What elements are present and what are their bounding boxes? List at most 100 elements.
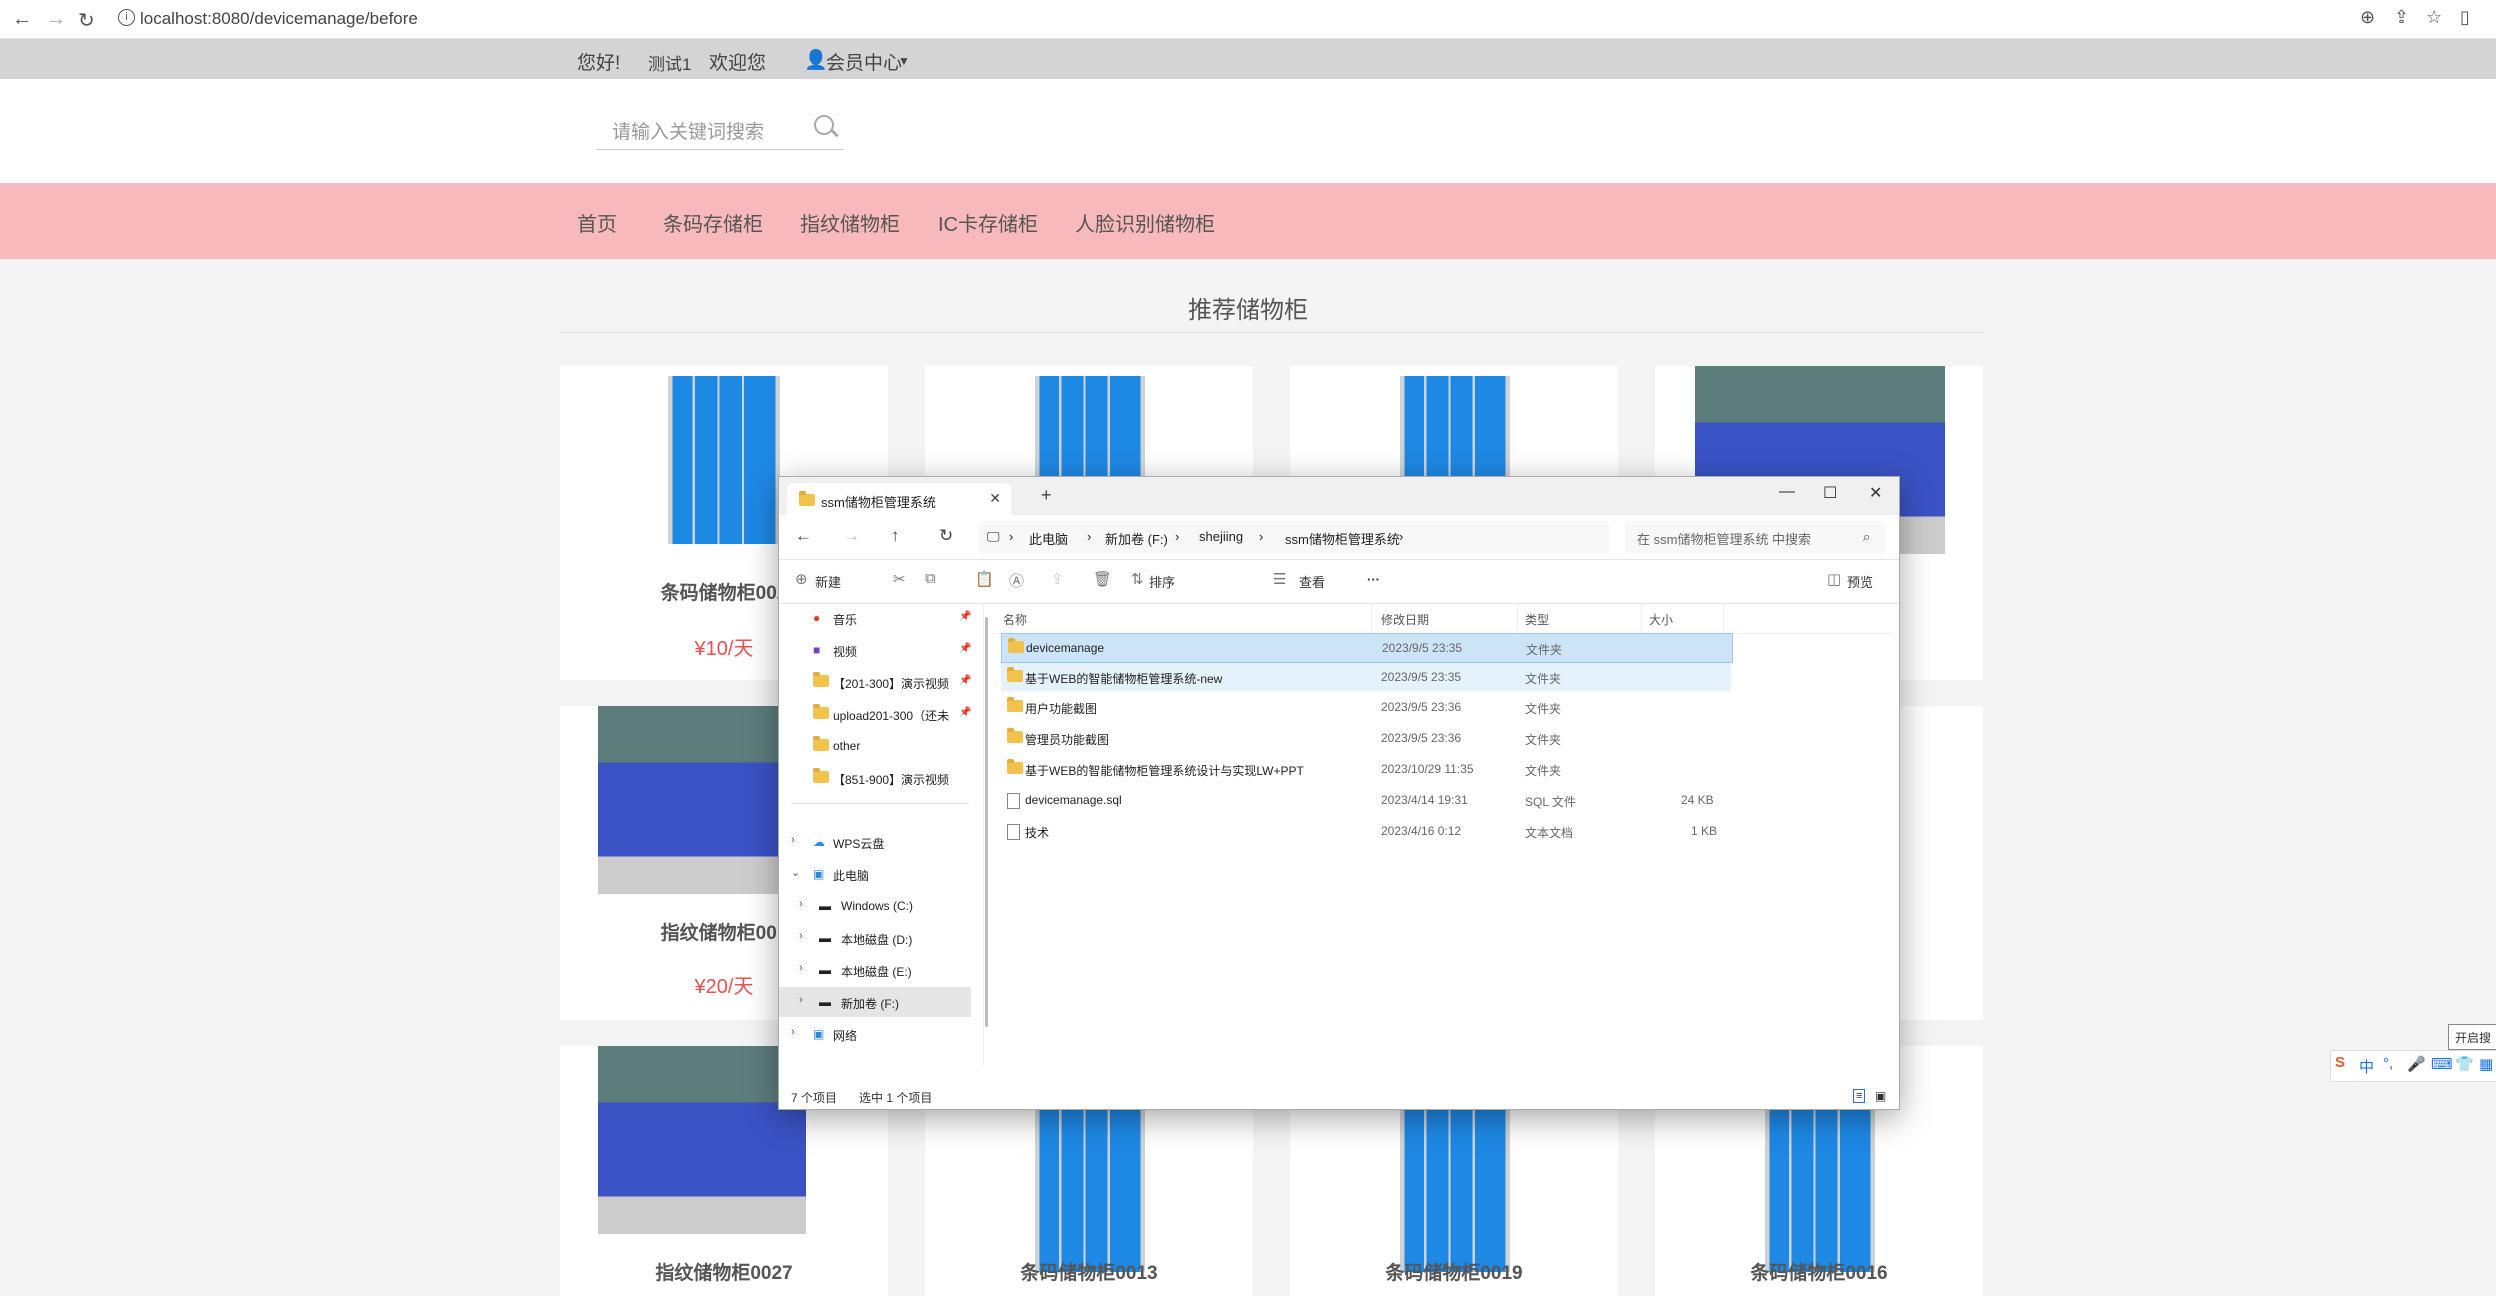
column-name[interactable]: 名称 — [1003, 611, 1027, 628]
nav-ic-card-locker[interactable]: IC卡存储柜 — [938, 208, 1038, 237]
sidebar-icon[interactable]: ▯ — [2460, 7, 2470, 28]
back-icon[interactable]: ← — [795, 526, 812, 546]
column-divider[interactable] — [1723, 603, 1724, 633]
search-box[interactable]: 请输入关键词搜索 — [596, 107, 844, 150]
file-row[interactable]: 基于WEB的智能储物柜管理系统-new 2023/9/5 23:35 文件夹 — [1001, 663, 1731, 691]
explorer-search-input[interactable]: 在 ssm储物柜管理系统 中搜索 ⌕ — [1625, 521, 1885, 553]
punctuation-icon[interactable]: °, — [2383, 1055, 2393, 1072]
locker-image[interactable] — [668, 376, 780, 544]
close-window-icon[interactable]: ✕ — [1869, 483, 1882, 503]
locker-image[interactable] — [1035, 1106, 1145, 1272]
nav-face-locker[interactable]: 人脸识别储物柜 — [1075, 208, 1215, 237]
share-icon[interactable]: ⇪ — [1051, 570, 1064, 588]
sort-icon[interactable]: ⇅ — [1131, 570, 1144, 588]
column-divider[interactable] — [1517, 603, 1518, 633]
chevron-right-icon[interactable]: › — [799, 898, 803, 910]
breadcrumb[interactable]: 🖵 › 此电脑 › 新加卷 (F:) › shejiing › ssm储物柜管理… — [979, 521, 1609, 553]
refresh-icon[interactable]: ↻ — [939, 526, 953, 546]
sogou-icon[interactable]: S — [2335, 1054, 2345, 1071]
view-button[interactable]: 查看 — [1299, 572, 1325, 591]
keyboard-icon[interactable]: ⌨ — [2431, 1055, 2453, 1073]
preview-button[interactable]: 预览 — [1847, 572, 1873, 591]
locker-photo[interactable] — [598, 1046, 806, 1234]
new-button[interactable]: 新建 — [815, 572, 841, 591]
chevron-right-icon[interactable]: › — [799, 994, 803, 1006]
star-icon[interactable]: ☆ — [2426, 7, 2442, 28]
close-tab-icon[interactable]: ✕ — [989, 490, 1001, 507]
sidebar-item-video[interactable]: ■ 视频 📌 — [779, 635, 971, 665]
up-icon[interactable]: ↑ — [891, 526, 900, 546]
explorer-tab[interactable]: ssm储物柜管理系统 ✕ — [787, 483, 1011, 515]
column-size[interactable]: 大小 — [1649, 611, 1673, 628]
product-name[interactable]: 指纹储物柜0027 — [560, 1258, 888, 1285]
back-icon[interactable]: ← — [12, 8, 32, 31]
sidebar-scrollbar[interactable] — [985, 617, 988, 1027]
reload-icon[interactable]: ↻ — [78, 8, 95, 33]
file-row[interactable]: 管理员功能截图 2023/9/5 23:36 文件夹 — [1001, 724, 1731, 752]
details-view-icon[interactable]: ≡ — [1853, 1089, 1866, 1103]
mic-icon[interactable]: 🎤 — [2407, 1055, 2426, 1073]
sidebar-item-wps[interactable]: › ☁ WPS云盘 — [779, 827, 971, 857]
tiles-view-icon[interactable]: ▣ — [1875, 1089, 1886, 1103]
nav-home[interactable]: 首页 — [577, 208, 617, 237]
sidebar-item-drive-c[interactable]: › ▬ Windows (C:) — [779, 891, 971, 921]
product-name[interactable]: 条码储物柜0013 — [925, 1258, 1253, 1285]
nav-fingerprint-locker[interactable]: 指纹储物柜 — [800, 208, 900, 237]
minimize-icon[interactable]: — — [1779, 483, 1795, 501]
column-date[interactable]: 修改日期 — [1381, 611, 1429, 628]
file-row[interactable]: devicemanage 2023/9/5 23:35 文件夹 — [1001, 633, 1733, 663]
sidebar-item-drive-d[interactable]: › ▬ 本地磁盘 (D:) — [779, 923, 971, 953]
forward-icon[interactable]: → — [843, 526, 860, 546]
column-divider[interactable] — [1641, 603, 1642, 633]
member-center-link[interactable]: 会员中心 — [826, 48, 902, 75]
paste-icon[interactable]: 📋 — [975, 570, 994, 588]
crumb-project[interactable]: ssm储物柜管理系统 — [1285, 529, 1400, 548]
sidebar-item-folder[interactable]: upload201-300（还未 📌 — [779, 699, 971, 729]
rename-icon[interactable]: Ⓐ — [1009, 570, 1024, 591]
search-icon[interactable]: ⌕ — [1863, 529, 1870, 545]
forward-icon[interactable]: → — [46, 8, 66, 31]
info-icon[interactable]: i — [118, 9, 135, 26]
ime-mode[interactable]: 中 — [2359, 1056, 2374, 1077]
zoom-icon[interactable]: ⊕ — [2360, 7, 2375, 28]
username[interactable]: 测试1 — [648, 50, 691, 75]
sidebar-item-music[interactable]: ● 音乐 📌 — [779, 603, 971, 633]
chevron-right-icon[interactable]: › — [799, 962, 803, 974]
menu-icon[interactable]: ▦ — [2479, 1055, 2493, 1073]
file-row[interactable]: 基于WEB的智能储物柜管理系统设计与实现LW+PPT 2023/10/29 11… — [1001, 755, 1731, 783]
search-icon[interactable] — [814, 115, 834, 135]
sidebar-item-drive-e[interactable]: › ▬ 本地磁盘 (E:) — [779, 955, 971, 985]
view-icon[interactable]: ☰ — [1273, 570, 1286, 588]
chevron-right-icon[interactable]: › — [791, 1026, 795, 1038]
chevron-down-icon[interactable]: ⌄ — [791, 866, 800, 879]
preview-icon[interactable]: ◫ — [1827, 570, 1841, 588]
crumb-drive-f[interactable]: 新加卷 (F:) — [1105, 529, 1168, 548]
new-tab-icon[interactable]: + — [1041, 485, 1052, 506]
column-divider[interactable] — [1371, 603, 1372, 633]
address-bar[interactable]: localhost:8080/devicemanage/before — [140, 9, 418, 29]
delete-icon[interactable]: 🗑 — [1093, 570, 1112, 588]
search-input[interactable]: 请输入关键词搜索 — [612, 117, 764, 144]
locker-image[interactable] — [1765, 1106, 1875, 1272]
nav-barcode-locker[interactable]: 条码存储柜 — [663, 208, 763, 237]
maximize-icon[interactable]: ☐ — [1823, 483, 1837, 503]
sidebar-item-folder[interactable]: other — [779, 731, 971, 761]
chevron-right-icon[interactable]: › — [791, 834, 795, 846]
sidebar-item-folder[interactable]: 【851-900】演示视频 — [779, 763, 971, 793]
pane-splitter[interactable] — [983, 603, 984, 1065]
file-row[interactable]: devicemanage.sql 2023/4/14 19:31 SQL 文件 … — [1001, 786, 1731, 814]
sort-button[interactable]: 排序 — [1149, 572, 1175, 591]
locker-photo[interactable] — [598, 706, 806, 894]
file-row[interactable]: 用户功能截图 2023/9/5 23:36 文件夹 — [1001, 693, 1731, 721]
product-name[interactable]: 条码储物柜0019 — [1290, 1258, 1618, 1285]
skin-icon[interactable]: 👕 — [2455, 1055, 2474, 1073]
copy-icon[interactable]: ⧉ — [925, 570, 936, 587]
column-type[interactable]: 类型 — [1525, 611, 1549, 628]
caret-down-icon[interactable]: ▼ — [898, 54, 910, 68]
locker-image[interactable] — [1400, 1106, 1510, 1272]
sidebar-item-this-pc[interactable]: ⌄ ▣ 此电脑 — [779, 859, 971, 889]
chevron-right-icon[interactable]: › — [799, 930, 803, 942]
product-name[interactable]: 条码储物柜0016 — [1655, 1258, 1983, 1285]
crumb-this-pc[interactable]: 此电脑 — [1029, 529, 1068, 548]
sidebar-item-folder[interactable]: 【201-300】演示视频 📌 — [779, 667, 971, 697]
